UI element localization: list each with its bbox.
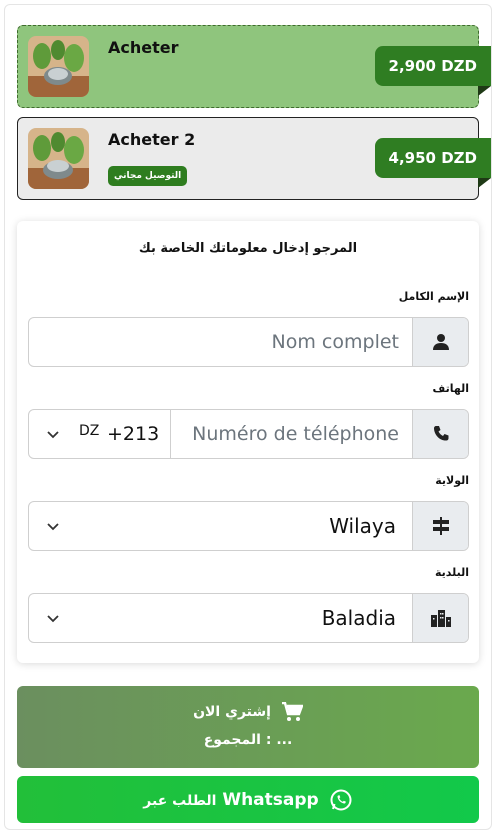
chevron-down-icon [47, 615, 59, 623]
city-icon [412, 594, 468, 642]
buy-now-label: إشتري الان [193, 704, 271, 720]
phone-label: الهاتف [432, 382, 469, 395]
whatsapp-icon [330, 789, 352, 810]
whatsapp-label-brand: Whatsapp [222, 789, 319, 810]
order-total: المجموع : ... [203, 732, 293, 748]
baladia-label: البلدية [434, 566, 469, 579]
chevron-down-icon [47, 523, 59, 531]
form-header: المرجو إدخال معلوماتك الخاصة بك [138, 241, 358, 256]
offer-card-1[interactable]: Acheter 2,900 DZD [17, 25, 491, 108]
wilaya-select[interactable]: Wilaya [28, 501, 469, 551]
free-delivery-badge: التوصيل مجاني [108, 166, 188, 186]
wilaya-value: Wilaya [329, 514, 396, 538]
wilaya-label: الولاية [435, 474, 469, 487]
offer-title: Acheter [108, 38, 179, 57]
product-thumbnail [28, 128, 89, 189]
phone-input[interactable] [29, 410, 413, 458]
cart-icon [281, 702, 303, 721]
price-tag: 2,900 DZD [374, 46, 491, 86]
price-tag-fold [478, 86, 491, 96]
offer-card-2[interactable]: Acheter 2 التوصيل مجاني 4,950 DZD [17, 117, 491, 200]
product-thumbnail [28, 36, 89, 97]
signpost-icon [412, 502, 468, 550]
name-field [28, 317, 469, 367]
phone-field: DZ +213 [28, 409, 469, 459]
price-tag: 4,950 DZD [374, 138, 491, 178]
baladia-value: Baladia [321, 606, 396, 630]
price-tag-fold [478, 178, 491, 188]
name-label: الإسم الكامل [398, 290, 469, 303]
phone-icon [412, 410, 468, 458]
baladia-select[interactable]: Baladia [28, 593, 469, 643]
buy-now-button[interactable]: إشتري الان المجموع : ... [17, 686, 479, 768]
offer-title: Acheter 2 [108, 130, 196, 149]
user-icon [412, 318, 468, 366]
full-name-input[interactable] [29, 318, 413, 366]
order-form: المرجو إدخال معلوماتك الخاصة بك الإسم ال… [17, 221, 479, 663]
whatsapp-label-ar: الطلب عبر [143, 792, 217, 809]
whatsapp-order-button[interactable]: الطلب عبر Whatsapp [17, 776, 479, 823]
